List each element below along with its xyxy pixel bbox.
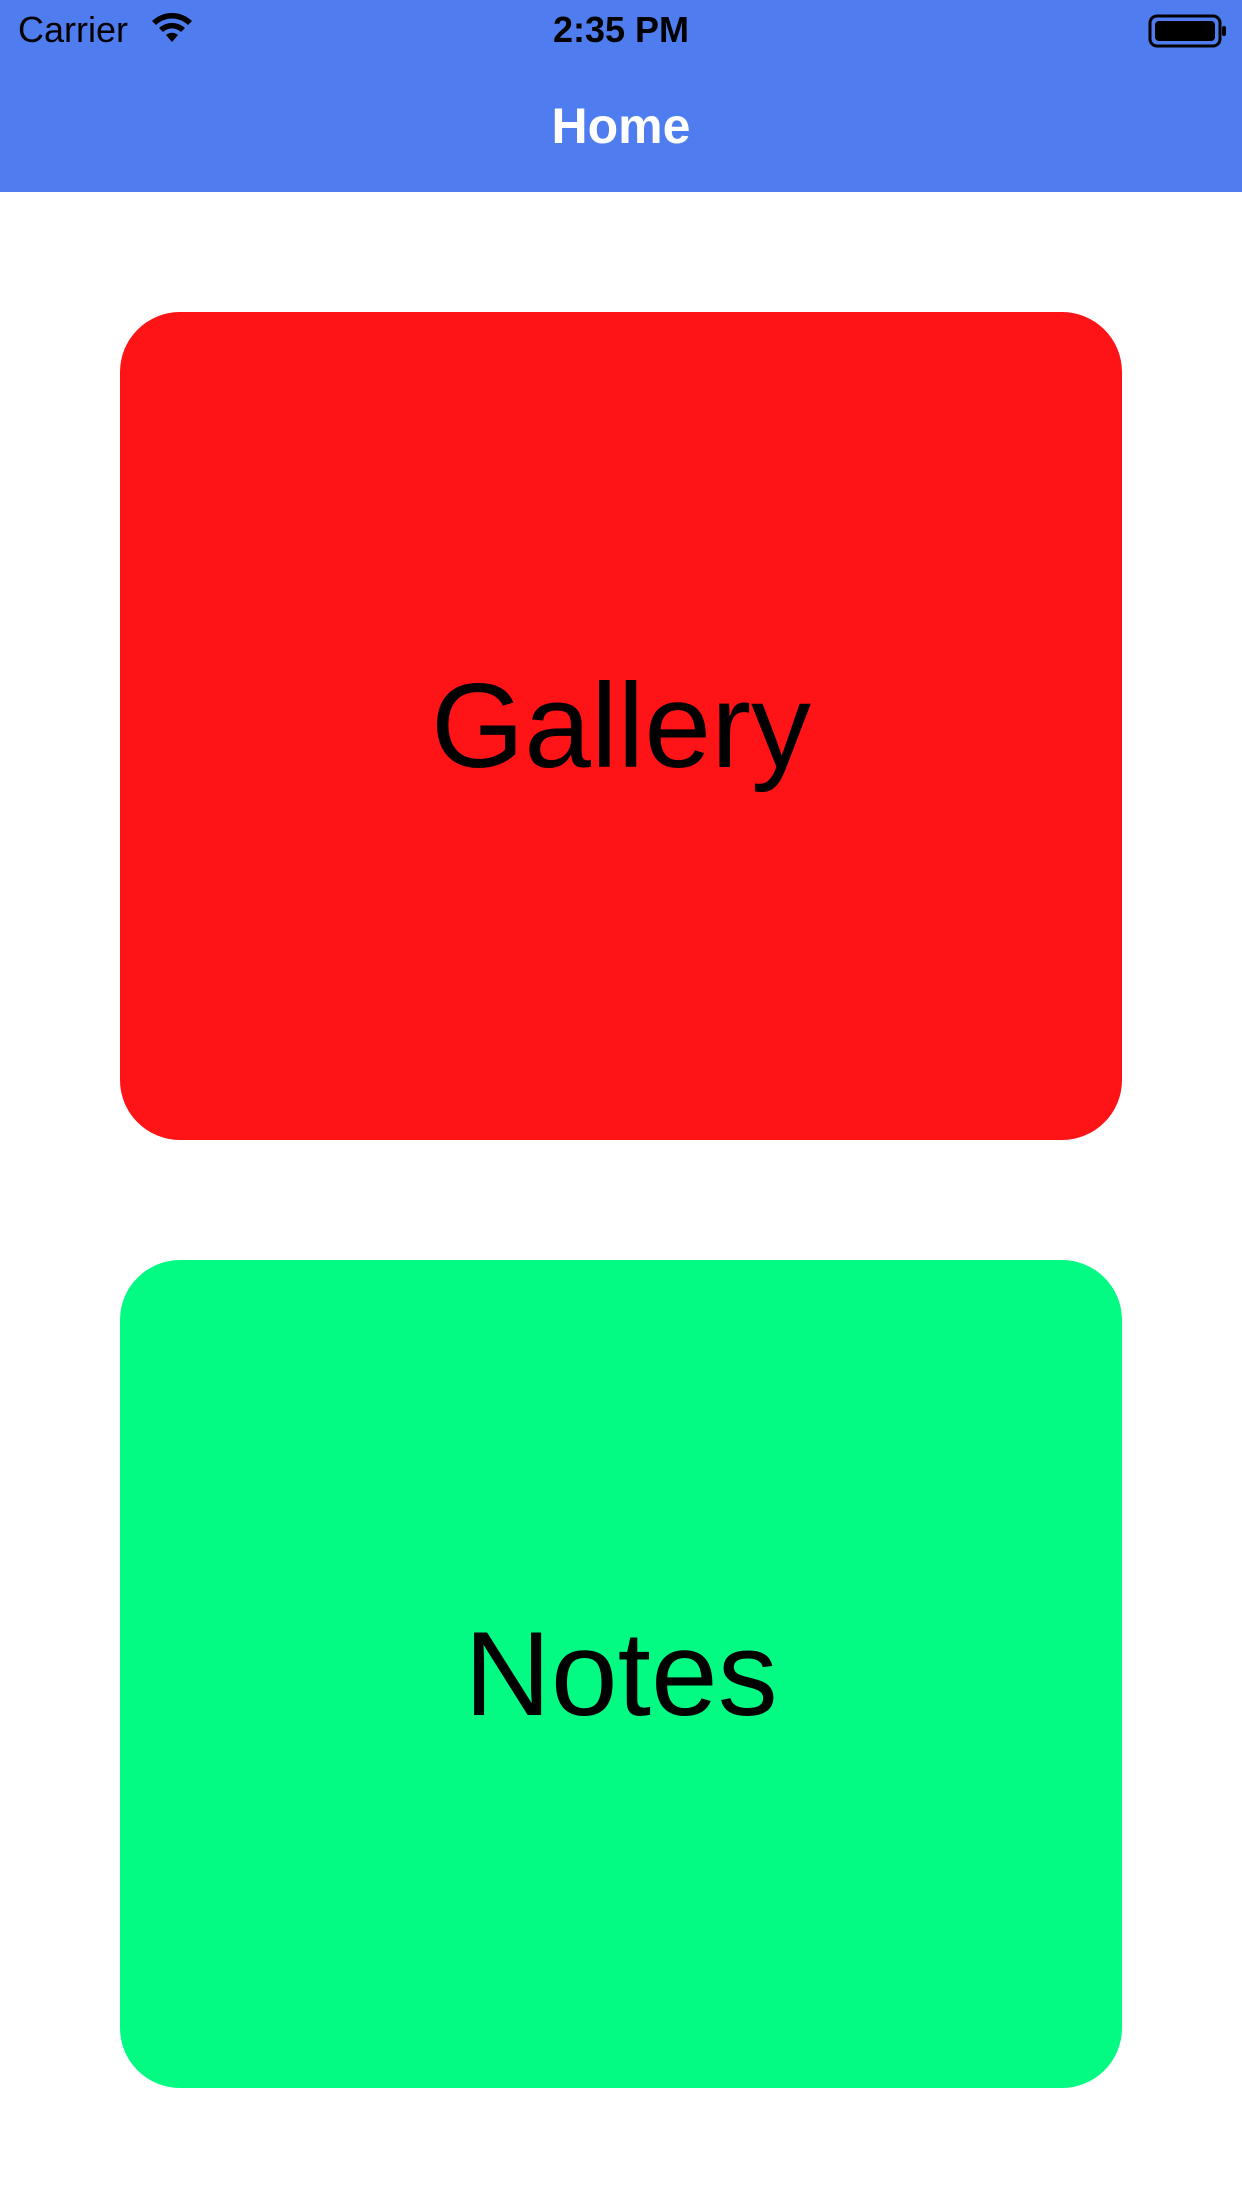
notes-button-label: Notes [464,1607,778,1741]
gallery-button[interactable]: Gallery [120,312,1122,1140]
page-title: Home [551,98,691,154]
notes-button[interactable]: Notes [120,1260,1122,2088]
status-time: 2:35 PM [552,9,690,50]
battery-icon [1148,14,1228,48]
gallery-button-label: Gallery [430,659,812,793]
status-bar: Carrier 2:35 PM [0,0,1242,60]
navigation-header: Carrier 2:35 PM Home [0,0,1242,192]
